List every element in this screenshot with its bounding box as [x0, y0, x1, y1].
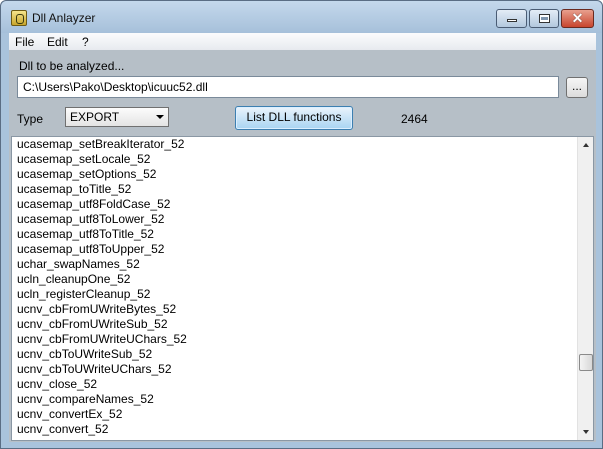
- list-item[interactable]: ucasemap_toTitle_52: [12, 182, 577, 197]
- list-item[interactable]: ucnv_close_52: [12, 377, 577, 392]
- window-title: Dll Anlayzer: [32, 11, 96, 25]
- list-dll-functions-button[interactable]: List DLL functions: [235, 106, 353, 130]
- list-item[interactable]: ucln_cleanupOne_52: [12, 272, 577, 287]
- list-item[interactable]: ucnv_convert_52: [12, 422, 577, 437]
- list-item[interactable]: ucasemap_utf8FoldCase_52: [12, 197, 577, 212]
- list-item[interactable]: ucnv_cbFromUWriteSub_52: [12, 317, 577, 332]
- list-item[interactable]: ucnv_compareNames_52: [12, 392, 577, 407]
- list-item[interactable]: ucasemap_setLocale_52: [12, 152, 577, 167]
- app-window: Dll Anlayzer ✕ File Edit ? Dll to be ana…: [0, 0, 603, 449]
- maximize-icon: [539, 14, 550, 23]
- list-item[interactable]: ucnv_cbToUWriteUChars_52: [12, 362, 577, 377]
- list-item[interactable]: ucln_registerCleanup_52: [12, 287, 577, 302]
- list-item[interactable]: uchar_swapNames_52: [12, 257, 577, 272]
- list-item[interactable]: ucnv_cbFromUWriteUChars_52: [12, 332, 577, 347]
- list-item[interactable]: ucasemap_setOptions_52: [12, 167, 577, 182]
- menu-help[interactable]: ?: [82, 35, 89, 49]
- type-selected-value: EXPORT: [70, 110, 120, 124]
- browse-button[interactable]: ...: [566, 77, 588, 98]
- function-list: ucasemap_setBreakIterator_52 ucasemap_set…: [12, 137, 577, 440]
- chevron-down-icon: [156, 115, 164, 119]
- title-bar[interactable]: Dll Anlayzer ✕: [1, 1, 602, 33]
- dll-path-label: Dll to be analyzed...: [19, 59, 125, 73]
- list-item[interactable]: ucnv_cbFromUWriteBytes_52: [12, 302, 577, 317]
- list-item[interactable]: ucasemap_utf8ToLower_52: [12, 212, 577, 227]
- main-panel: Dll to be analyzed... ... Type EXPORT Li…: [9, 50, 596, 442]
- function-listbox[interactable]: ucasemap_setBreakIterator_52 ucasemap_set…: [11, 136, 594, 441]
- close-button[interactable]: ✕: [561, 9, 594, 28]
- maximize-button[interactable]: [529, 9, 559, 28]
- scroll-down-arrow-icon[interactable]: [578, 424, 594, 440]
- list-item[interactable]: ucasemap_setBreakIterator_52: [12, 137, 577, 152]
- type-label: Type: [17, 112, 44, 126]
- list-item[interactable]: ucnv_convertEx_52: [12, 407, 577, 422]
- menu-edit[interactable]: Edit: [47, 35, 68, 49]
- scroll-thumb[interactable]: [579, 354, 593, 371]
- dll-path-input[interactable]: [17, 76, 559, 98]
- app-icon: [11, 10, 27, 26]
- scroll-up-arrow-icon[interactable]: [578, 137, 594, 153]
- vertical-scrollbar[interactable]: [577, 137, 593, 440]
- type-dropdown[interactable]: EXPORT: [65, 107, 169, 127]
- minimize-icon: [507, 19, 517, 22]
- list-item[interactable]: ucasemap_utf8ToTitle_52: [12, 227, 577, 242]
- minimize-button[interactable]: [496, 9, 527, 28]
- menu-file[interactable]: File: [15, 35, 34, 49]
- list-item[interactable]: ucasemap_utf8ToUpper_52: [12, 242, 577, 257]
- menu-bar: File Edit ?: [9, 33, 596, 50]
- close-icon: ✕: [571, 10, 584, 26]
- function-count: 2464: [401, 112, 428, 126]
- list-item[interactable]: ucnv_cbToUWriteSub_52: [12, 347, 577, 362]
